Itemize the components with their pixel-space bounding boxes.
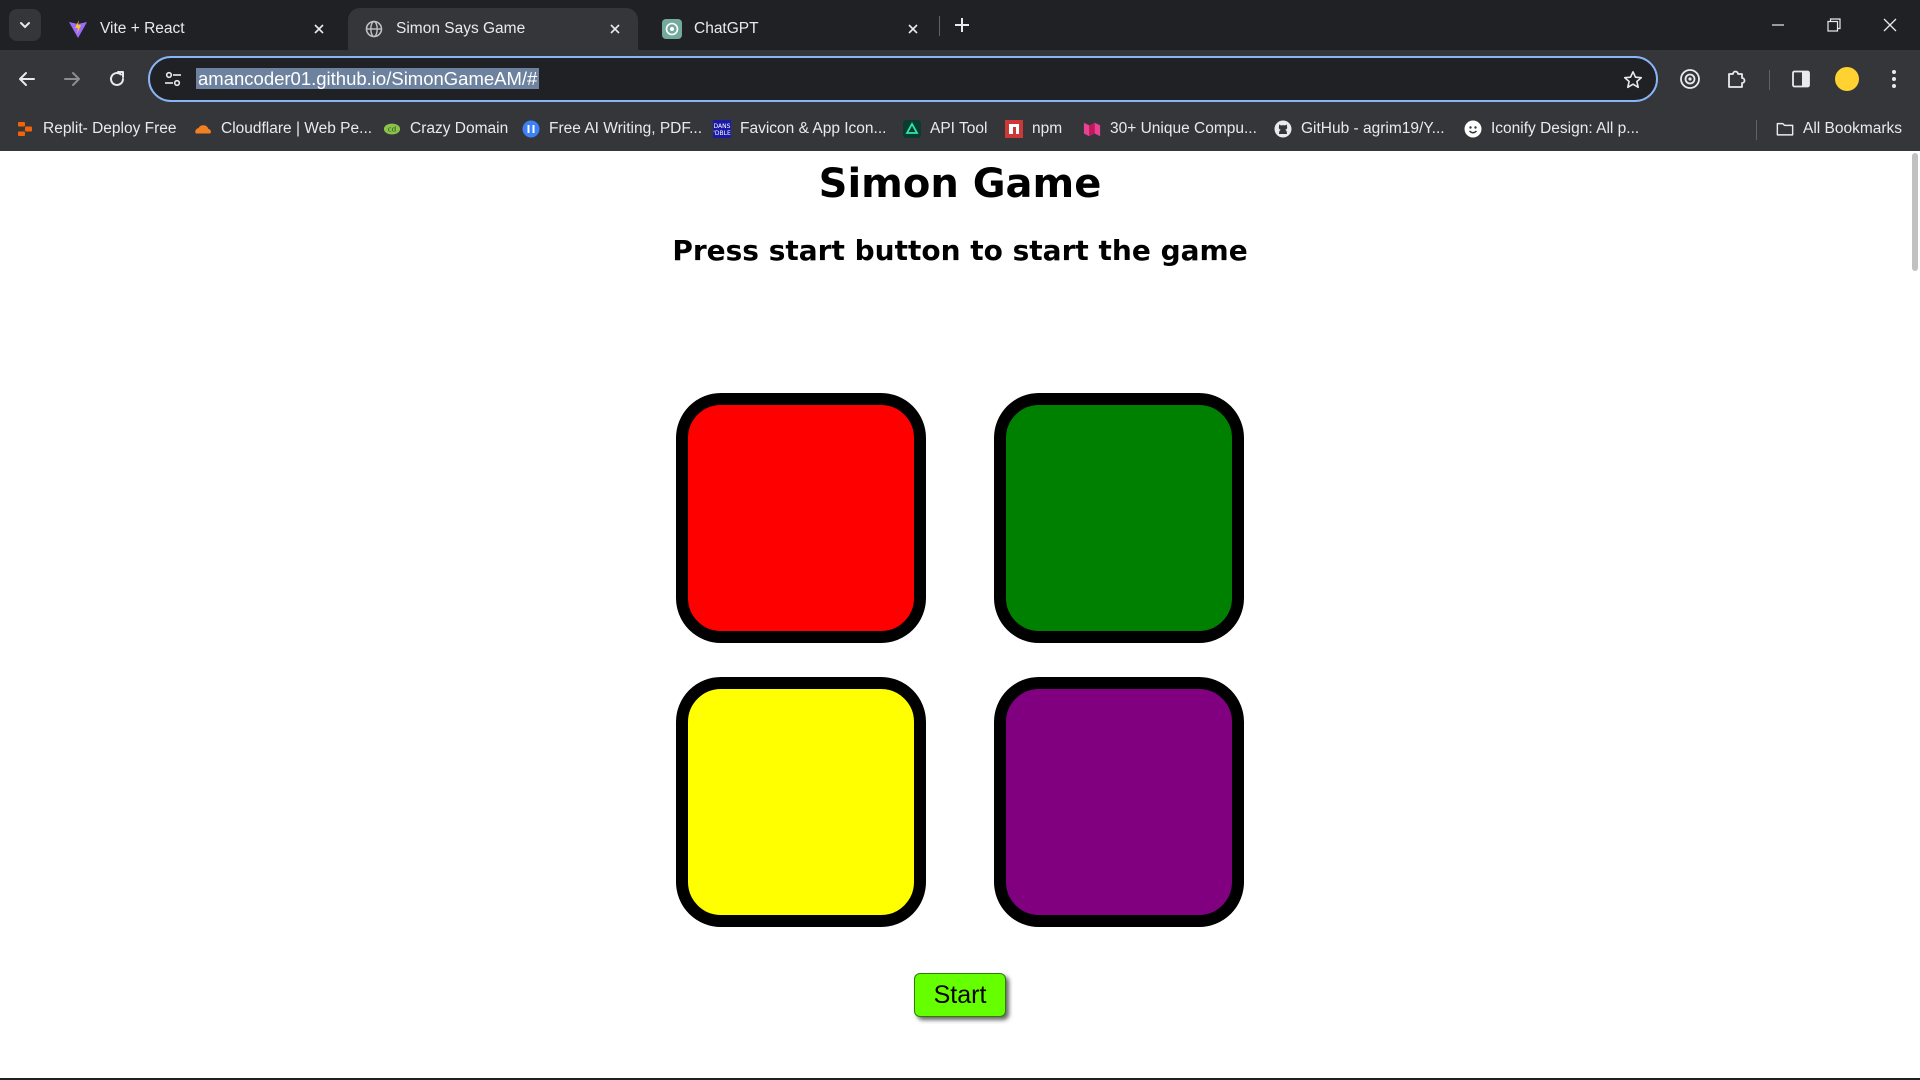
tab-simon-says-game[interactable]: Simon Says Game xyxy=(348,8,638,50)
bookmark-api-tool[interactable]: API Tool xyxy=(903,116,987,142)
plus-icon xyxy=(955,18,969,32)
bookmark-label: Iconify Design: All p... xyxy=(1491,120,1640,137)
browser-chrome: Vite + React Simon Says Game ChatGPT ama… xyxy=(0,0,1920,151)
address-bar-url[interactable]: amancoder01.github.io/SimonGameAM/# xyxy=(196,67,540,91)
site-settings-icon[interactable] xyxy=(162,68,184,90)
tab-divider xyxy=(939,16,940,36)
svg-text:DANS: DANS xyxy=(714,123,731,130)
chatgpt-icon xyxy=(662,19,682,39)
ai-writing-icon xyxy=(522,120,540,138)
menu-button[interactable] xyxy=(1876,61,1912,97)
bookmark-label: Cloudflare | Web Pe... xyxy=(221,120,373,137)
all-bookmarks-button[interactable]: All Bookmarks xyxy=(1776,116,1902,142)
svg-text:'DBLE: 'DBLE xyxy=(713,130,731,137)
bookmark-label: Free AI Writing, PDF... xyxy=(549,120,703,137)
bookmark-iconify[interactable]: Iconify Design: All p... xyxy=(1464,116,1639,142)
lens-extension-icon[interactable] xyxy=(1672,61,1708,97)
back-button[interactable] xyxy=(9,61,45,97)
tab-chatgpt[interactable]: ChatGPT xyxy=(646,8,936,50)
tab-title: ChatGPT xyxy=(694,20,759,37)
tab-title: Vite + React xyxy=(100,20,185,37)
cloudflare-icon xyxy=(194,120,212,138)
reload-button[interactable] xyxy=(99,61,135,97)
bookmark-label: Favicon & App Icon... xyxy=(740,120,887,137)
folder-icon xyxy=(1776,120,1794,138)
purple-game-button[interactable] xyxy=(994,677,1244,927)
close-window-button[interactable] xyxy=(1862,0,1918,50)
tab-vite-react[interactable]: Vite + React xyxy=(52,8,342,50)
bookmark-label: API Tool xyxy=(930,120,988,137)
page-content: Simon Game Press start button to start t… xyxy=(0,151,1920,1080)
bookmark-label: Crazy Domain xyxy=(410,120,509,137)
bookmark-label: GitHub - agrim19/Y... xyxy=(1301,120,1445,137)
iconify-icon xyxy=(1464,120,1482,138)
more-vertical-icon xyxy=(1892,70,1896,88)
tab-search-button[interactable] xyxy=(9,9,41,41)
scrollbar-thumb[interactable] xyxy=(1912,153,1918,271)
close-icon[interactable] xyxy=(902,18,924,40)
new-tab-button[interactable] xyxy=(947,10,977,40)
restore-icon xyxy=(1827,18,1841,32)
scrollbar[interactable] xyxy=(1910,151,1920,1080)
all-bookmarks-label: All Bookmarks xyxy=(1803,120,1903,137)
bookmark-npm[interactable]: npm xyxy=(1005,116,1062,142)
bookmark-label: npm xyxy=(1032,120,1063,137)
bookmark-site-icon xyxy=(1083,120,1101,138)
globe-icon xyxy=(364,19,384,39)
bookmark-crazy-domain[interactable]: cd Crazy Domain xyxy=(383,116,508,142)
restore-button[interactable] xyxy=(1806,0,1862,50)
game-status-text: Press start button to start the game xyxy=(672,234,1248,267)
bookmark-replit[interactable]: Replit- Deploy Free xyxy=(16,116,177,142)
close-icon[interactable] xyxy=(604,18,626,40)
green-game-button[interactable] xyxy=(994,393,1244,643)
chevron-down-icon xyxy=(20,22,30,29)
extensions-icon[interactable] xyxy=(1718,61,1754,97)
page-title: Simon Game xyxy=(818,161,1102,207)
avatar xyxy=(1835,67,1859,91)
minimize-icon xyxy=(1772,24,1784,26)
reload-icon xyxy=(110,71,124,86)
replit-icon xyxy=(16,120,34,138)
url-text: amancoder01.github.io/SimonGameAM/# xyxy=(196,68,540,89)
bookmark-label: 30+ Unique Compu... xyxy=(1110,120,1257,137)
bookmark-star-icon[interactable] xyxy=(1620,67,1646,93)
toolbar-divider xyxy=(1769,70,1770,90)
side-panel-icon[interactable] xyxy=(1783,61,1819,97)
address-bar[interactable]: amancoder01.github.io/SimonGameAM/# xyxy=(148,56,1658,102)
bookmark-label: Replit- Deploy Free xyxy=(43,120,177,137)
forward-button[interactable] xyxy=(54,61,90,97)
close-icon xyxy=(1883,18,1897,32)
tab-strip: Vite + React Simon Says Game ChatGPT xyxy=(0,0,1920,50)
bookmark-unique-computers[interactable]: 30+ Unique Compu... xyxy=(1083,116,1257,142)
svg-text:cd: cd xyxy=(388,125,397,134)
start-button[interactable]: Start xyxy=(914,973,1006,1017)
bookmark-cloudflare[interactable]: Cloudflare | Web Pe... xyxy=(194,116,372,142)
close-icon[interactable] xyxy=(308,18,330,40)
favicon-icon: DANS 'DBLE xyxy=(713,120,731,138)
arrow-left-icon xyxy=(19,72,35,86)
bookmarks-divider xyxy=(1756,120,1757,140)
github-icon xyxy=(1274,120,1292,138)
npm-icon xyxy=(1005,120,1023,138)
api-tool-icon xyxy=(903,120,921,138)
bookmark-favicon[interactable]: DANS 'DBLE Favicon & App Icon... xyxy=(713,116,886,142)
tab-title: Simon Says Game xyxy=(396,20,526,37)
vite-icon xyxy=(68,19,88,39)
yellow-game-button[interactable] xyxy=(676,677,926,927)
bookmark-github[interactable]: GitHub - agrim19/Y... xyxy=(1274,116,1445,142)
bookmarks-bar: Replit- Deploy Free Cloudflare | Web Pe.… xyxy=(0,108,1920,151)
profile-avatar[interactable] xyxy=(1829,61,1865,97)
minimize-button[interactable] xyxy=(1750,0,1806,50)
arrow-right-icon xyxy=(64,72,80,86)
red-game-button[interactable] xyxy=(676,393,926,643)
toolbar: amancoder01.github.io/SimonGameAM/# xyxy=(0,50,1920,108)
crazy-domain-icon: cd xyxy=(383,120,401,138)
bookmark-free-ai-writing[interactable]: Free AI Writing, PDF... xyxy=(522,116,702,142)
